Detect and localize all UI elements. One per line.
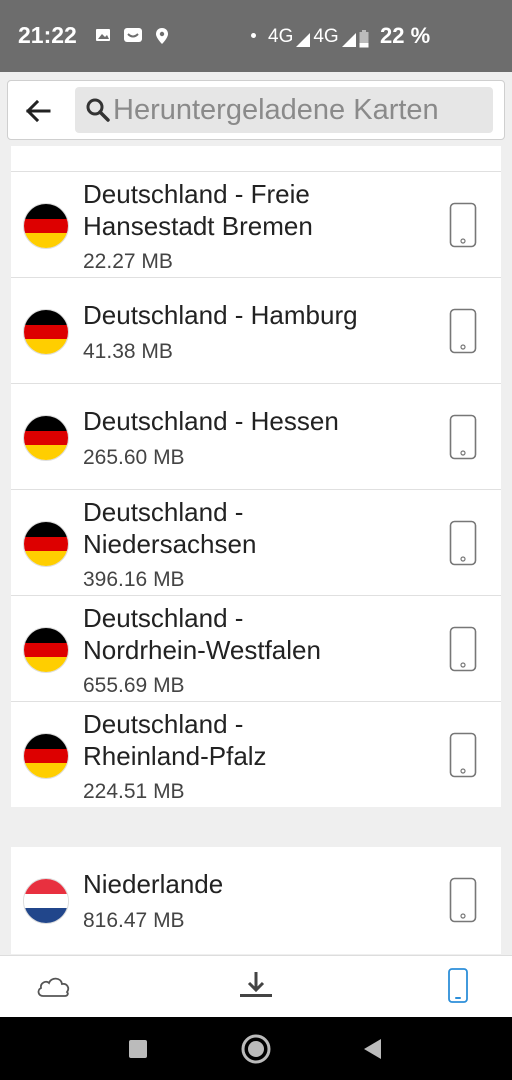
download-icon: [240, 972, 272, 997]
map-size: 41.38 MB: [83, 340, 173, 363]
system-nav-bar: [0, 1017, 512, 1080]
germany-flag-icon: [23, 415, 69, 461]
map-item-niederlande[interactable]: Niederlande 816.47 MB: [11, 847, 501, 953]
device-icon[interactable]: [449, 520, 477, 566]
map-size: 22.27 MB: [83, 250, 173, 273]
search-icon: [86, 98, 110, 122]
search-bar: [7, 80, 505, 140]
battery-percent: 22 %: [380, 23, 431, 48]
map-item-nordrhein-westfalen[interactable]: Deutschland - Nordrhein-Westfalen 655.69 …: [11, 595, 501, 701]
cloud-icon: [37, 977, 70, 997]
network-label-2: 4G: [313, 26, 339, 47]
tab-cloud[interactable]: [34, 968, 74, 1004]
map-size: 265.60 MB: [83, 446, 185, 469]
downloaded-maps-list: Deutschland - Freie Hansestadt Bremen 22.…: [11, 171, 501, 807]
map-item-rheinland-pfalz[interactable]: Deutschland - Rheinland-Pfalz 224.51 MB: [11, 701, 501, 807]
device-icon[interactable]: [449, 626, 477, 672]
map-size: 224.51 MB: [83, 780, 185, 803]
map-item-hamburg[interactable]: Deutschland - Hamburg 41.38 MB: [11, 277, 501, 383]
search-input[interactable]: [113, 91, 483, 129]
map-size: 396.16 MB: [83, 568, 185, 591]
battery-icon: [359, 30, 369, 48]
location-icon: [156, 28, 168, 44]
map-name: Deutschland - Freie Hansestadt Bremen: [83, 179, 313, 241]
germany-flag-icon: [23, 733, 69, 779]
map-name: Deutschland - Rheinland-Pfalz: [83, 709, 267, 771]
tab-download[interactable]: [236, 968, 276, 1004]
map-item-bremen[interactable]: Deutschland - Freie Hansestadt Bremen 22.…: [11, 171, 501, 277]
map-name: Deutschland - Hamburg: [83, 300, 358, 330]
other-maps-list: Niederlande 816.47 MB: [11, 847, 501, 954]
germany-flag-icon: [23, 203, 69, 249]
netherlands-flag-icon: [23, 878, 69, 924]
map-name: Deutschland - Hessen: [83, 406, 339, 436]
map-name: Niederlande: [83, 869, 224, 899]
arrow-left-icon: [25, 99, 51, 123]
status-bar: 21:22 4G 4G 22 %: [0, 0, 512, 72]
dot-indicator: [251, 33, 256, 38]
device-icon[interactable]: [449, 732, 477, 778]
notification-icon: [124, 28, 142, 42]
map-item-niedersachsen[interactable]: Deutschland - Niedersachsen 396.16 MB: [11, 489, 501, 595]
status-time: 21:22: [18, 22, 77, 48]
gallery-icon: [96, 29, 110, 41]
tab-device[interactable]: [438, 968, 478, 1004]
home-icon[interactable]: [238, 1031, 274, 1067]
device-icon[interactable]: [449, 877, 477, 923]
bottom-tab-bar: [0, 955, 512, 1017]
map-name: Deutschland - Nordrhein-Westfalen: [83, 603, 321, 665]
recents-icon[interactable]: [120, 1031, 156, 1067]
network-label-1: 4G: [268, 26, 294, 47]
signal-icon: [296, 33, 311, 47]
map-name: Deutschland - Niedersachsen: [83, 497, 257, 559]
back-nav-icon[interactable]: [355, 1031, 391, 1067]
germany-flag-icon: [23, 309, 69, 355]
list-top-spacer: [11, 146, 501, 171]
signal-icon: [341, 33, 356, 47]
device-icon[interactable]: [449, 308, 477, 354]
search-field[interactable]: [75, 87, 493, 133]
map-item-hessen[interactable]: Deutschland - Hessen 265.60 MB: [11, 383, 501, 489]
map-size: 816.47 MB: [83, 909, 185, 932]
germany-flag-icon: [23, 521, 69, 567]
device-icon[interactable]: [449, 414, 477, 460]
map-size: 655.69 MB: [83, 674, 185, 697]
back-button[interactable]: [20, 93, 56, 129]
device-icon[interactable]: [449, 202, 477, 248]
device-icon: [448, 968, 468, 1003]
germany-flag-icon: [23, 627, 69, 673]
